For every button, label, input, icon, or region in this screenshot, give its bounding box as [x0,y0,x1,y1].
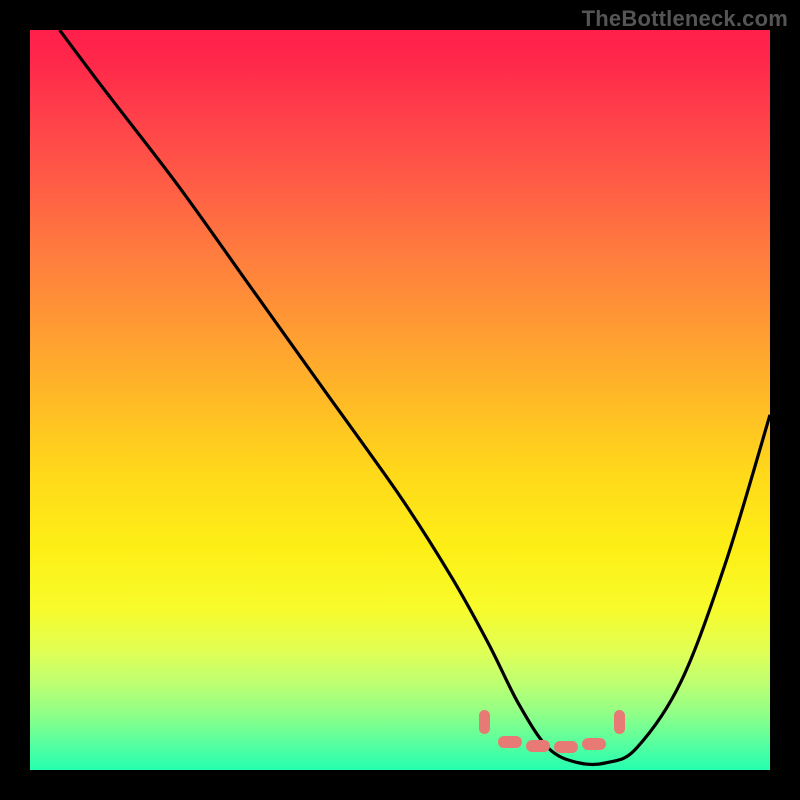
optimal-range-markers [30,30,770,770]
optimal-range-floor-marker [526,740,550,752]
optimal-range-end-marker [614,710,625,734]
optimal-range-floor-marker [498,736,522,748]
optimal-range-floor-marker [582,738,606,750]
plot-area [30,30,770,770]
optimal-range-start-marker [479,710,490,734]
watermark-text: TheBottleneck.com [582,6,788,32]
chart-frame: TheBottleneck.com [0,0,800,800]
optimal-range-floor-marker [554,741,578,753]
